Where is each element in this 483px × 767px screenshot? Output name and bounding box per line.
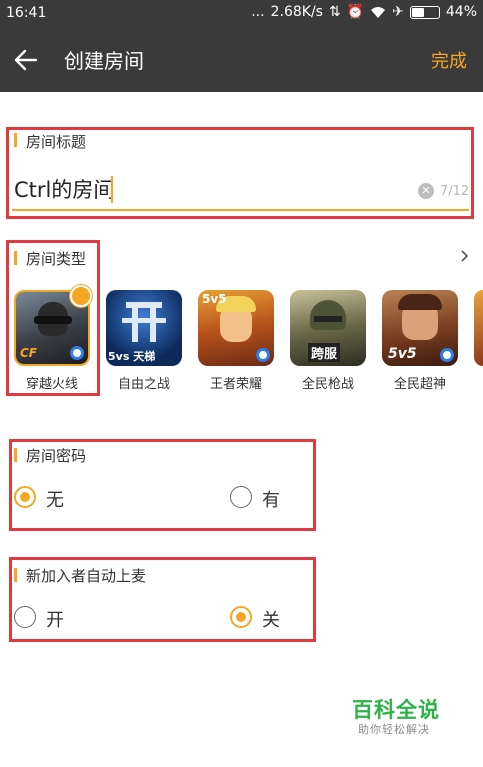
chevron-right-icon[interactable] [458, 250, 470, 262]
text-cursor [111, 176, 113, 203]
game-name: 自由之战 [117, 377, 170, 392]
room-type-accent [14, 251, 17, 265]
battery-icon [409, 5, 440, 19]
network-speed: 2.68K/s [270, 4, 323, 20]
zyzz-game-icon: 5vs 天梯 [106, 290, 182, 366]
auto-mic-on-radio[interactable] [14, 606, 36, 628]
clear-icon[interactable]: ✕ [418, 183, 434, 199]
password-none-radio[interactable] [14, 486, 36, 508]
game-item-qmcs[interactable]: 5v5 全民超神 [382, 290, 458, 392]
game-name: 王者荣耀 [209, 377, 262, 392]
wzry-badge: 5v5 [202, 292, 227, 306]
game-item-zyzz[interactable]: 5vs 天梯 自由之战 [106, 290, 182, 392]
game-name: 全民超神 [393, 377, 446, 392]
done-button[interactable]: 完成 [431, 47, 467, 73]
password-none-label: 无 [46, 490, 64, 511]
qmqz-game-icon: 跨服 [290, 290, 366, 366]
auto-mic-off-radio[interactable] [230, 606, 252, 628]
qmcs-game-icon: 5v5 [382, 290, 458, 366]
game-name: 穿越火线 [25, 377, 78, 392]
auto-mic-accent [14, 568, 17, 582]
page-title: 创建房间 [64, 49, 144, 73]
battery-percent: 44% [445, 4, 477, 20]
game-item-qmqz[interactable]: 跨服 全民枪战 [290, 290, 366, 392]
game-item-partial[interactable] [474, 290, 483, 366]
password-yes-radio[interactable] [230, 486, 252, 508]
back-arrow-icon[interactable] [12, 46, 40, 74]
selected-check-icon [70, 285, 92, 307]
password-accent [14, 448, 17, 462]
game-item-wzry[interactable]: 5v5 王者荣耀 [198, 290, 274, 392]
room-title-accent [14, 133, 17, 147]
watermark-subtitle: 助你轻松解决 [358, 723, 430, 736]
qmqz-badge: 跨服 [308, 343, 341, 362]
room-type-label: 房间类型 [26, 250, 87, 268]
watermark-title: 百科全说 [352, 698, 440, 722]
game-name: 全民枪战 [301, 377, 354, 392]
wifi-icon [371, 6, 386, 18]
app-bar: 创建房间 完成 [0, 28, 483, 92]
char-count: 7/12 [440, 184, 470, 199]
password-label: 房间密码 [26, 447, 87, 465]
alarm-icon: ⏰ [346, 4, 365, 20]
qmcs-badge: 5v5 [388, 346, 417, 362]
room-title-label: 房间标题 [26, 133, 87, 151]
airplane-icon: ✈ [392, 4, 404, 20]
zyzz-badge: 5vs 天梯 [108, 350, 156, 363]
status-time: 16:41 [6, 5, 47, 21]
data-off-icon: ⇅ [328, 4, 341, 20]
password-yes-label: 有 [262, 490, 280, 511]
auto-mic-off-label: 关 [262, 610, 280, 631]
status-icons: ... 2.68K/s ⇅ ⏰ ✈ 44% [251, 4, 477, 20]
auto-mic-label: 新加入者自动上麦 [26, 567, 147, 585]
auto-mic-on-label: 开 [46, 610, 64, 631]
wzry-game-icon: 5v5 [198, 290, 274, 366]
notification-dots: ... [251, 4, 265, 20]
room-title-input[interactable]: Ctrl的房间 [14, 174, 114, 204]
status-bar: 16:41 ... 2.68K/s ⇅ ⏰ ✈ 44% [0, 0, 483, 28]
input-underline [12, 209, 469, 211]
